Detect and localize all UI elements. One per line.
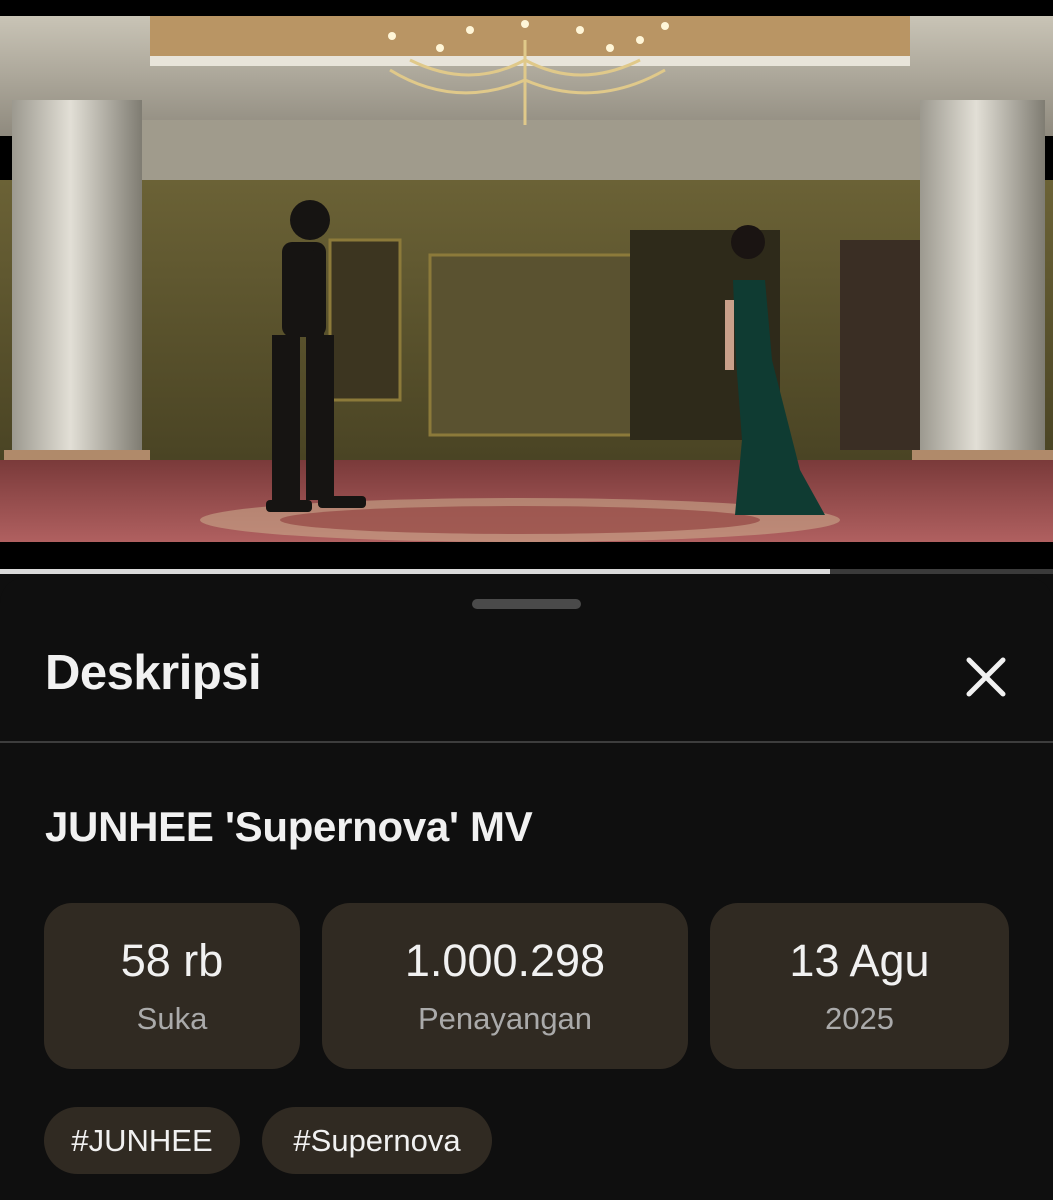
hashtag-chip[interactable]: #Supernova [262,1107,492,1174]
date-stat-card[interactable]: 13 Agu 2025 [710,903,1009,1069]
publish-year: 2025 [825,1001,894,1036]
sheet-drag-handle[interactable] [472,599,581,609]
sheet-title: Deskripsi [45,646,262,700]
views-label: Penayangan [417,1001,593,1036]
close-button[interactable] [956,647,1016,707]
views-count: 1.000.298 [404,935,606,986]
video-title: JUNHEE 'Supernova' MV [45,803,533,850]
publish-date: 13 Agu [789,935,930,986]
video-progress-fill [0,569,830,574]
divider [0,741,1053,743]
video-progress-bar[interactable] [0,569,1053,574]
hashtag-chip[interactable]: #JUNHEE [44,1107,240,1174]
description-sheet: Deskripsi JUNHEE 'Supernova' MV 58 rb Su… [0,577,1053,1200]
close-icon [966,657,1006,697]
likes-count: 58 rb [120,935,224,986]
video-frame-image [0,0,1053,572]
likes-stat-card[interactable]: 58 rb Suka [44,903,300,1069]
views-stat-card[interactable]: 1.000.298 Penayangan [322,903,688,1069]
screen: Deskripsi JUNHEE 'Supernova' MV 58 rb Su… [0,0,1053,1200]
likes-label: Suka [136,1001,208,1036]
video-player[interactable] [0,0,1053,572]
